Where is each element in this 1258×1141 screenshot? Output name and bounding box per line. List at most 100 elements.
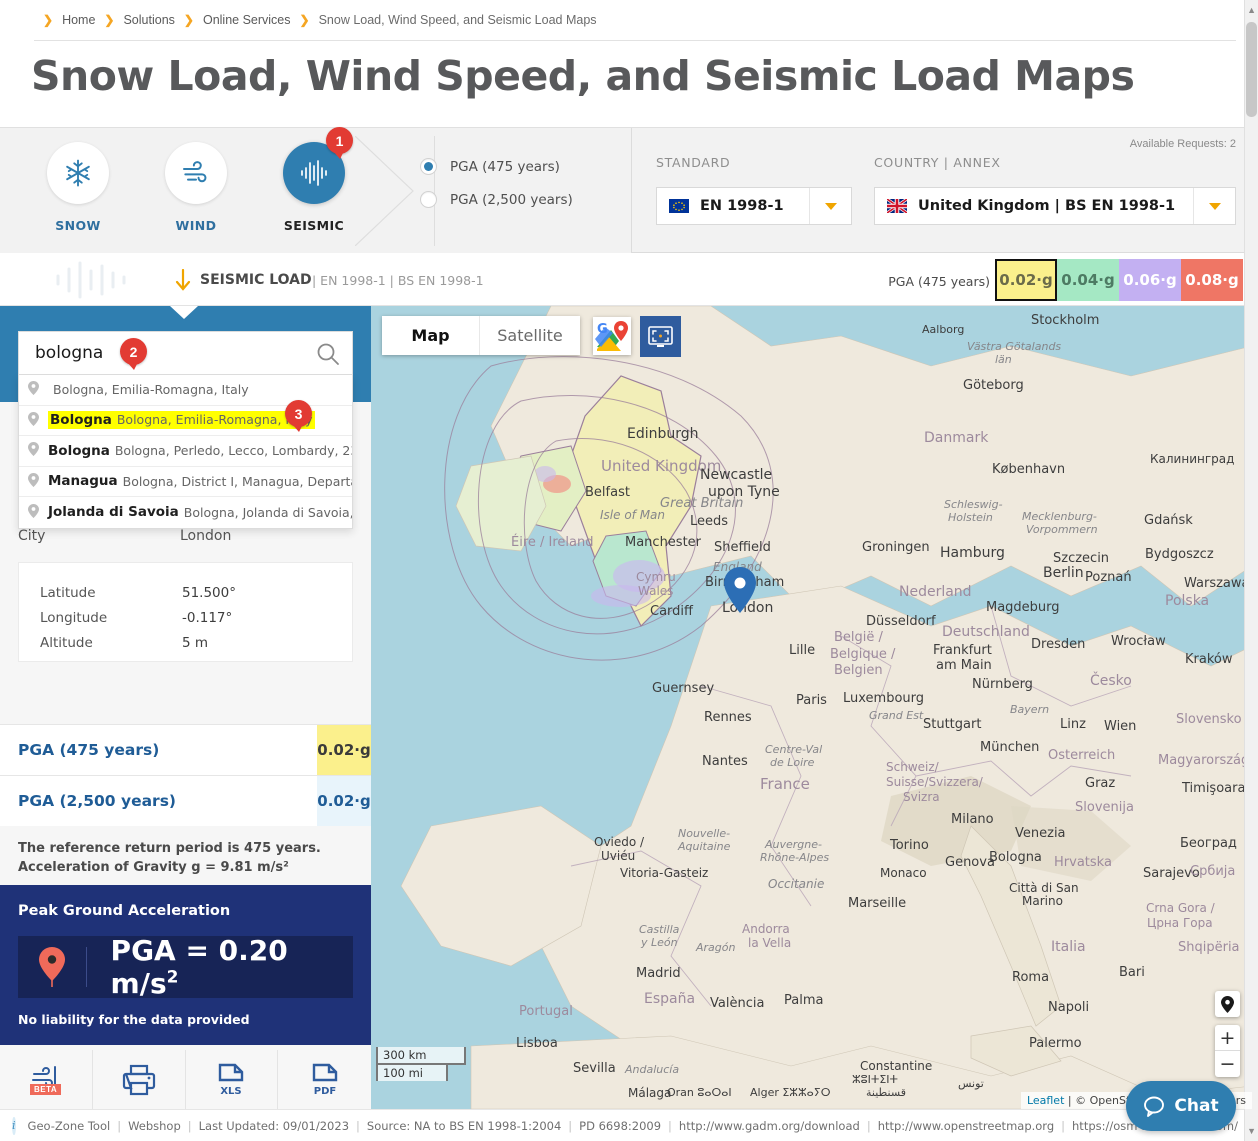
suggestion-detail: Bologna, Emilia-Romagna, Italy — [53, 382, 249, 398]
result-key: PGA (2,500 years) — [18, 792, 177, 810]
scale-km: 300 km — [376, 1047, 466, 1065]
pdf-label: PDF — [313, 1086, 335, 1097]
location-pin-icon — [38, 947, 65, 987]
country-dropdown-arrow[interactable] — [1193, 188, 1235, 224]
footer-item-6[interactable]: http://www.openstreetmap.org — [878, 1119, 1054, 1133]
suggestion-main: Bologna — [48, 442, 110, 459]
altitude-label: Altitude — [40, 635, 93, 651]
google-maps-icon: G — [593, 317, 631, 355]
footer-item-5[interactable]: http://www.gadm.org/download — [679, 1119, 860, 1133]
chevron-down-icon — [1208, 202, 1221, 210]
breadcrumb-item-solutions[interactable]: Solutions — [123, 13, 174, 27]
breadcrumb-chevron-icon: ❯ — [299, 13, 310, 27]
suggestion-detail: Bologna, Jolanda di Savoia, Ferr… — [183, 504, 352, 520]
zoom-in-button[interactable]: + — [1215, 1025, 1240, 1051]
page-scrollbar[interactable]: ▲ ▼ — [1244, 0, 1258, 1141]
suggestion-detail: Bologna, Perledo, Lecco, Lombardy, 23828… — [114, 443, 352, 459]
breadcrumb-item-current: Snow Load, Wind Speed, and Seismic Load … — [318, 13, 597, 27]
suggestion-pin-icon — [28, 503, 39, 521]
legend-swatches: 0.02·g 0.04·g 0.06·g 0.08·g — [995, 259, 1243, 301]
map-canvas[interactable]: Edinburgh United Kingdom Belfast Newcastle u… — [371, 306, 1252, 1109]
radio-dot-icon — [420, 191, 437, 208]
radio-pga-2500[interactable]: PGA (2,500 years) — [420, 183, 573, 216]
uk-flag-icon — [887, 199, 907, 213]
mode-snow[interactable]: SNOW — [19, 142, 137, 233]
footer-item-0[interactable]: Geo-Zone Tool — [28, 1119, 111, 1133]
scroll-up-arrow-icon[interactable]: ▲ — [1247, 5, 1256, 15]
tab-map[interactable]: Map — [382, 316, 479, 355]
chat-button[interactable]: Chat — [1126, 1081, 1236, 1131]
radio-pga-475[interactable]: PGA (475 years) — [420, 150, 573, 183]
coordinates-box: Latitude 51.500° Longitude -0.117° Altit… — [18, 562, 353, 662]
pga-value-box: PGA = 0.20 m/s2 — [18, 934, 353, 1000]
footer-item-2: Last Updated: 09/01/2023 — [198, 1118, 350, 1133]
wind-tool-button[interactable]: BETA — [0, 1050, 93, 1109]
suggestion-main: Bologna — [50, 412, 112, 429]
note-line-2: Acceleration of Gravity g = 9.81 m/s² — [18, 859, 289, 875]
search-input[interactable] — [33, 342, 283, 364]
standard-dropdown-arrow[interactable] — [809, 188, 851, 224]
legend-pga-label: PGA (475 years) — [888, 274, 990, 289]
standard-value: EN 1998-1 — [700, 198, 784, 214]
tab-satellite[interactable]: Satellite — [479, 316, 580, 355]
list-item[interactable]: Managua Bologna, District I, Managua, Dep… — [19, 467, 352, 497]
info-icon[interactable]: i — [12, 1116, 16, 1135]
return-period-radio-group: PGA (475 years) PGA (2,500 years) — [420, 150, 573, 216]
xls-button[interactable]: XLS — [186, 1050, 279, 1109]
scroll-down-arrow-icon[interactable]: ▼ — [1247, 1126, 1256, 1136]
print-button[interactable] — [93, 1050, 186, 1109]
country-label: COUNTRY | ANNEX — [874, 155, 1001, 170]
zoom-out-button[interactable]: − — [1215, 1051, 1240, 1077]
breadcrumb-divider — [34, 40, 1236, 41]
svg-text:G: G — [597, 322, 608, 337]
available-requests: Available Requests: 2 — [1129, 138, 1236, 150]
city-value: London — [180, 528, 232, 544]
xls-label: XLS — [221, 1086, 242, 1097]
google-maps-button[interactable]: G — [593, 317, 631, 355]
footer-item-4: PD 6698:2009 — [579, 1118, 662, 1133]
legend-swatch-3[interactable]: 0.08·g — [1181, 259, 1243, 301]
country-select[interactable]: United Kingdom | BS EN 1998-1 — [874, 187, 1236, 225]
result-value: 0.02·g — [317, 725, 371, 775]
search-box[interactable] — [18, 331, 353, 375]
page-title: Snow Load, Wind Speed, and Seismic Load … — [31, 52, 1135, 100]
eu-flag-icon — [669, 199, 689, 213]
map-location-marker[interactable] — [723, 567, 757, 613]
footer-item-1[interactable]: Webshop — [128, 1119, 181, 1133]
scrollbar-thumb[interactable] — [1246, 22, 1257, 117]
search-icon[interactable] — [316, 342, 340, 366]
search-suggestions: Bologna, Emilia-Romagna, Italy Bologna Bo… — [18, 375, 353, 529]
mode-snow-label: SNOW — [55, 218, 101, 233]
leaflet-link[interactable]: Leaflet — [1027, 1094, 1064, 1107]
annotation-badge-2: 2 — [120, 338, 147, 370]
zoom-controls: + − — [1215, 1025, 1240, 1077]
footer: i Geo-Zone Tool | Webshop | Last Updated: 09… — [0, 1109, 1258, 1141]
list-item[interactable]: Jolanda di Savoia Bologna, Jolanda di Sav… — [19, 497, 352, 528]
longitude-value: -0.117° — [182, 610, 233, 626]
annotation-badge-1: 1 — [326, 127, 353, 159]
latitude-label: Latitude — [40, 585, 96, 601]
standard-select[interactable]: EN 1998-1 — [656, 187, 852, 225]
longitude-label: Longitude — [40, 610, 108, 626]
altitude-value: 5 m — [182, 635, 209, 651]
breadcrumb-item-online-services[interactable]: Online Services — [203, 13, 291, 27]
mode-seismic[interactable]: SEISMIC — [255, 142, 373, 233]
mode-wind[interactable]: WIND — [137, 142, 255, 233]
beta-badge: BETA — [30, 1084, 62, 1095]
locate-me-button[interactable] — [1215, 991, 1240, 1017]
standard-label: STANDARD — [656, 155, 731, 170]
legend-swatch-0[interactable]: 0.02·g — [995, 259, 1057, 301]
export-toolbar: BETA XLS PDF — [0, 1050, 371, 1109]
mode-wind-label: WIND — [175, 218, 217, 233]
radio-pga-2500-label: PGA (2,500 years) — [450, 191, 573, 208]
map-type-tabs: Map Satellite — [382, 316, 580, 355]
result-row-pga-2500: PGA (2,500 years) 0.02·g — [0, 775, 371, 826]
latitude-value: 51.500° — [182, 585, 236, 601]
legend-swatch-2[interactable]: 0.06·g — [1119, 259, 1181, 301]
list-item[interactable]: Bologna Bologna, Perledo, Lecco, Lombardy… — [19, 436, 352, 467]
download-arrow-icon[interactable] — [172, 269, 194, 293]
fullscreen-button[interactable] — [640, 316, 681, 357]
pdf-button[interactable]: PDF — [278, 1050, 371, 1109]
breadcrumb-item-home[interactable]: Home — [62, 13, 95, 27]
legend-swatch-1[interactable]: 0.04·g — [1057, 259, 1119, 301]
